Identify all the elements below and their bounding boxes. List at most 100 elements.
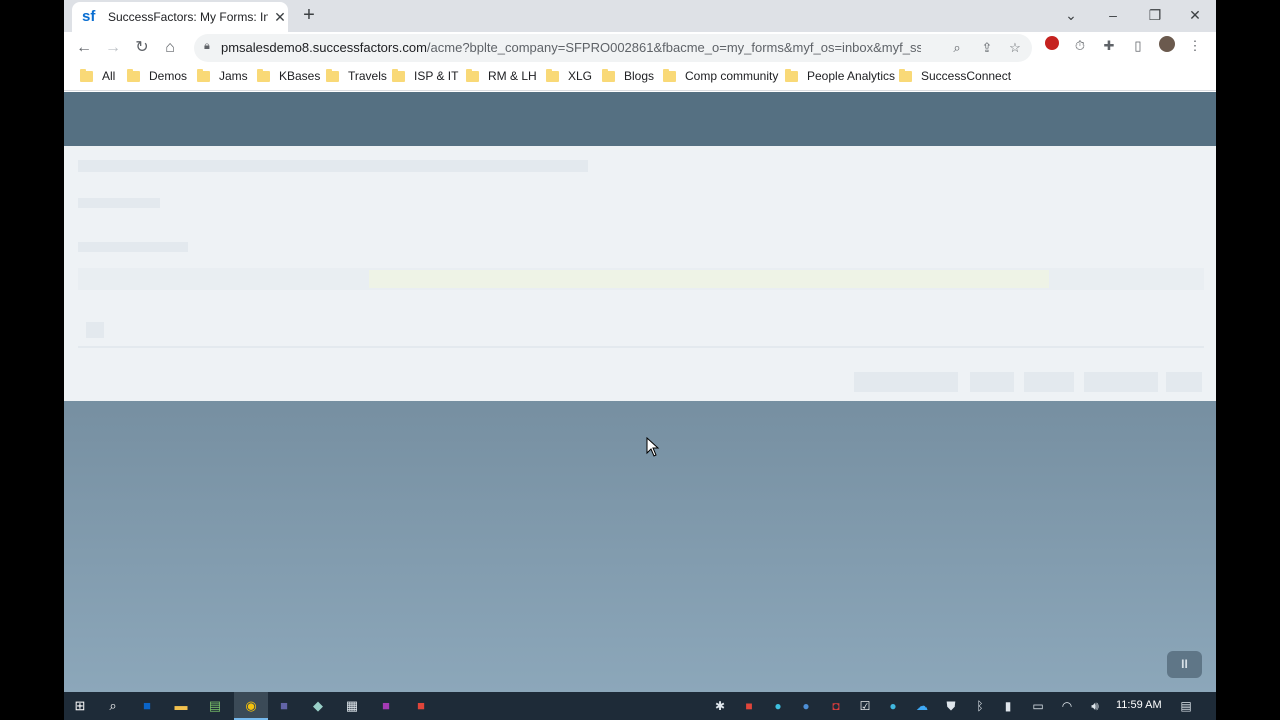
minimize-window-button[interactable]: –: [1090, 0, 1136, 30]
zoom-search-icon[interactable]: ⌕: [948, 39, 966, 57]
highlight-placeholder: [369, 270, 1049, 288]
security-shield-icon[interactable]: ⛊: [943, 696, 959, 716]
slack-icon[interactable]: ✱: [712, 696, 728, 716]
volume-icon[interactable]: 🔊︎: [1087, 696, 1103, 716]
search-icon[interactable]: ⌕: [103, 696, 123, 716]
bookmark-comp-community[interactable]: Comp community: [663, 68, 778, 84]
bookmarks-bar: All Demos Jams KBases Travels ISP & IT R…: [64, 62, 1216, 91]
bookmark-kbases[interactable]: KBases: [257, 68, 320, 84]
address-url: pmsalesdemo8.successfactors.com/acme?bpl…: [221, 40, 921, 55]
close-tab-icon[interactable]: ✕: [272, 9, 288, 26]
snagit-icon[interactable]: ■: [411, 696, 431, 716]
folder-icon: [197, 68, 210, 82]
snagit-tray-icon[interactable]: ■: [741, 696, 757, 716]
button-placeholder-3: [1024, 372, 1074, 392]
bookmark-demos[interactable]: Demos: [127, 68, 187, 84]
browser-menu-icon[interactable]: ⋮: [1185, 36, 1205, 56]
page-content: [64, 92, 1216, 692]
notifications-icon[interactable]: ▤: [1178, 696, 1194, 716]
tab-strip: sf SuccessFactors: My Forms: Incent ✕ + …: [64, 0, 1216, 32]
bookmark-xlg[interactable]: XLG: [546, 68, 592, 84]
tab-title: SuccessFactors: My Forms: Incent: [108, 10, 268, 24]
home-icon[interactable]: ⌂: [158, 36, 182, 60]
side-panel-icon[interactable]: ▯: [1128, 36, 1148, 56]
share-icon[interactable]: ⇪: [978, 39, 996, 57]
battery-icon[interactable]: ▭: [1030, 696, 1046, 716]
browser-tab-active[interactable]: sf SuccessFactors: My Forms: Incent ✕: [72, 2, 288, 32]
bluetooth-icon[interactable]: ᛒ: [972, 696, 988, 716]
row-icon-placeholder: [86, 322, 104, 338]
loading-form-panel: [64, 146, 1216, 401]
folder-icon: [785, 68, 798, 82]
successfactors-favicon-icon: sf: [82, 8, 96, 25]
chrome-icon[interactable]: ◉: [234, 692, 268, 720]
folder-icon: [466, 68, 479, 82]
checkmark-app-icon[interactable]: ☑: [857, 696, 873, 716]
folder-icon: [80, 68, 93, 82]
bookmark-label: SuccessConnect: [921, 69, 1012, 83]
bookmark-jams[interactable]: Jams: [197, 68, 248, 84]
taskbar-clock[interactable]: 11:59 AM: [1116, 699, 1162, 711]
app-icon[interactable]: ◆: [308, 696, 328, 716]
bookmark-label: All: [102, 69, 116, 83]
button-placeholder-2: [970, 372, 1014, 392]
bookmark-all[interactable]: All: [80, 68, 115, 84]
extensions-puzzle-icon[interactable]: ✚: [1099, 36, 1119, 56]
close-window-button[interactable]: ✕: [1172, 0, 1218, 30]
address-bar[interactable]: 🔒︎ pmsalesdemo8.successfactors.com/acme?…: [194, 34, 1032, 62]
onedrive-icon[interactable]: ☁: [914, 696, 930, 716]
bookmark-label: Travels: [348, 69, 387, 83]
extension-red-icon[interactable]: [1042, 36, 1062, 56]
back-arrow-icon[interactable]: ←: [72, 36, 96, 60]
folder-icon: [546, 68, 559, 82]
bookmark-label: Comp community: [685, 69, 779, 83]
row-divider: [78, 346, 1204, 348]
bookmark-label: Demos: [149, 69, 188, 83]
windows-taskbar: ⊞ ⌕ ■ ▬ ▤ ◉ ■ ◆ ▦ ■ ■ ✱ ■ ● ● ◘ ☑ ● ☁ ⛊ …: [64, 692, 1216, 720]
windows-start-icon[interactable]: ⊞: [70, 696, 90, 716]
file-explorer-icon[interactable]: ▬: [171, 696, 191, 716]
profile-avatar-icon[interactable]: [1157, 36, 1177, 56]
app-header-bar: [64, 92, 1216, 146]
browser-window: sf SuccessFactors: My Forms: Incent ✕ + …: [64, 0, 1216, 692]
folder-icon: [257, 68, 270, 82]
bookmark-star-icon[interactable]: ☆: [1006, 39, 1024, 57]
button-placeholder-4: [1084, 372, 1158, 392]
mouse-pointer-icon: [646, 437, 660, 457]
folder-icon: [392, 68, 405, 82]
teams-icon[interactable]: ■: [274, 696, 294, 716]
usb-device-icon[interactable]: ▮: [1000, 696, 1016, 716]
forward-arrow-icon[interactable]: →: [101, 36, 125, 60]
title-placeholder: [78, 198, 160, 208]
pause-recording-button[interactable]: II: [1167, 651, 1202, 678]
calculator-icon[interactable]: ▦: [342, 696, 362, 716]
folder-icon: [663, 68, 676, 82]
onenote-icon[interactable]: ■: [376, 696, 396, 716]
edge-icon[interactable]: ●: [770, 696, 786, 716]
bookmark-people-analytics[interactable]: People Analytics: [785, 68, 895, 84]
reload-icon[interactable]: ↻: [130, 36, 154, 60]
folder-icon: [127, 68, 140, 82]
lock-icon: 🔒︎: [204, 40, 210, 52]
wifi-icon[interactable]: ◠: [1059, 696, 1075, 716]
bookmark-travels[interactable]: Travels: [326, 68, 387, 84]
webex-icon[interactable]: ●: [885, 696, 901, 716]
folder-icon: [899, 68, 912, 82]
bookmark-isp-it[interactable]: ISP & IT: [392, 68, 458, 84]
bookmark-successconnect[interactable]: SuccessConnect: [899, 68, 1011, 84]
mcafee-icon[interactable]: ◘: [828, 696, 844, 716]
bookmark-blogs[interactable]: Blogs: [602, 68, 654, 84]
browser-tray-icon[interactable]: ●: [798, 696, 814, 716]
bookmark-label: Jams: [219, 69, 248, 83]
bookmark-rm-lh[interactable]: RM & LH: [466, 68, 537, 84]
url-path: /acme?bplte_company=SFPRO002861&fbacme_o…: [426, 40, 921, 55]
tab-search-chevron-icon[interactable]: ⌄: [1048, 0, 1094, 30]
bookmark-label: RM & LH: [488, 69, 537, 83]
timer-icon[interactable]: ⏱: [1070, 36, 1090, 56]
bookmark-label: ISP & IT: [414, 69, 459, 83]
outlook-icon[interactable]: ■: [137, 696, 157, 716]
bookmark-label: KBases: [279, 69, 321, 83]
new-tab-button[interactable]: +: [298, 4, 320, 26]
button-placeholder-5: [1166, 372, 1202, 392]
notepad-icon[interactable]: ▤: [205, 696, 225, 716]
